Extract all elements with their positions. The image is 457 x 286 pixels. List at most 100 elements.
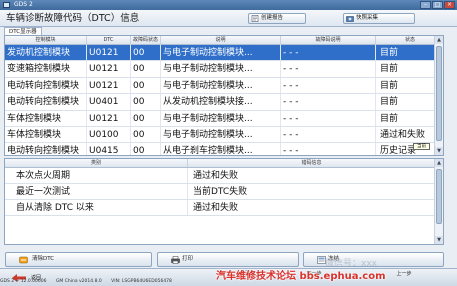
module-cell: 变速箱控制模块 [5, 61, 87, 77]
table-row[interactable]: 车体控制模块 U0100 00 与电子制动控制模块... - - - 通过和失败 [5, 126, 443, 144]
app-icon [3, 2, 10, 8]
detail-row: 最近一次测试 当前DTC失败 [5, 184, 443, 200]
status-bar: GDS 2 + 12.0.00606 GM China v2014.8.0 VI… [0, 278, 210, 286]
page-header: 车辆诊断故障代码（DTC）信息 创建报告 快照采集 [0, 10, 457, 27]
status-code-cell: 00 [131, 110, 161, 126]
info-cell: 通过和失败 [188, 200, 436, 215]
table-row[interactable]: 电动转向控制模块 U0415 00 从电子刹车控制模块... - - - 历史记… [5, 143, 443, 155]
table-row[interactable]: 发动机控制模块 U0121 00 与电子制动控制模块... - - - 目前 [5, 45, 443, 62]
symptom-cell: - - - [281, 61, 376, 77]
dtc-detail-table: 类别 错码信息 本次点火周期 通过和失败 最近一次测试 当前DTC失败 自从清除… [4, 158, 444, 245]
clear-dtc-label: 清除DTC [32, 256, 55, 262]
snapshot-button[interactable]: 快照采集 [343, 13, 415, 24]
module-cell: 电动转向控制模块 [5, 143, 87, 155]
status-code-cell: 00 [131, 94, 161, 110]
column-header[interactable]: 说明 [161, 36, 281, 45]
previous-label: 上一步 [396, 271, 412, 277]
symptom-cell: - - - [281, 45, 376, 61]
status-code-cell: 00 [131, 143, 161, 155]
table-row[interactable]: 电动转向控制模块 U0121 00 与电子制动控制模块... - - - 目前 [5, 77, 443, 95]
print-label: 打印 [182, 256, 194, 262]
status-code-cell: 00 [131, 61, 161, 77]
dtc-code-cell: U0121 [87, 45, 131, 61]
previous-button[interactable]: 上一步 [390, 270, 418, 279]
printer-icon [171, 256, 180, 264]
gm-version-text: GM China v2014.8.0 [55, 279, 102, 284]
dtc-table-body: 发动机控制模块 U0121 00 与电子制动控制模块... - - - 目前 变… [5, 45, 443, 155]
close-button[interactable]: × [444, 1, 455, 9]
symptom-cell: - - - [281, 110, 376, 126]
window-controls: – □ × [420, 1, 455, 9]
symptom-cell: - - - [281, 94, 376, 110]
detail-scrollbar[interactable]: ▲ ▼ [434, 159, 443, 244]
status-code-cell: 00 [131, 126, 161, 143]
column-header[interactable]: 故障码说明 [281, 36, 376, 45]
column-header: 错码信息 [188, 159, 436, 167]
description-cell: 从发动机控制模块接... [161, 94, 281, 110]
dtc-code-cell: U0100 [87, 126, 131, 143]
dtc-scrollbar[interactable]: ▲ ▼ [434, 36, 443, 155]
create-report-button[interactable]: 创建报告 [248, 13, 306, 24]
watermark: 汽车维修技术论坛 bbs.ephua.com [216, 271, 386, 282]
column-header: 类别 [5, 159, 188, 167]
print-button[interactable]: 打印 [157, 252, 299, 267]
symptom-cell: - - - [281, 77, 376, 94]
status-code-cell: 00 [131, 77, 161, 94]
report-icon [251, 15, 259, 22]
category-cell: 自从清除 DTC 以来 [5, 200, 188, 215]
table-row[interactable]: 电动转向控制模块 U0401 00 从发动机控制模块接... - - - 目前 [5, 94, 443, 111]
category-cell: 本次点火周期 [5, 168, 188, 183]
detail-row: 本次点火周期 通过和失败 [5, 168, 443, 184]
title-bar: GDS 2 – □ × [0, 0, 457, 10]
tooltip: 当前 [413, 143, 430, 150]
minimize-button[interactable]: – [420, 1, 431, 9]
description-cell: 与电子制动控制模块... [161, 45, 281, 61]
window-title: GDS 2 [14, 1, 33, 8]
page-title: 车辆诊断故障代码（DTC）信息 [6, 13, 140, 24]
description-cell: 与电子制动控制模块... [161, 61, 281, 77]
dtc-code-cell: U0121 [87, 77, 131, 94]
status-code-cell: 00 [131, 45, 161, 61]
dtc-code-cell: U0121 [87, 61, 131, 77]
scroll-up-icon[interactable]: ▲ [435, 159, 443, 167]
snapshot-label: 快照采集 [356, 15, 379, 21]
module-cell: 电动转向控制模块 [5, 77, 87, 94]
module-cell: 发动机控制模块 [5, 45, 87, 61]
module-cell: 电动转向控制模块 [5, 94, 87, 110]
clear-dtc-button[interactable]: 清除DTC [5, 252, 152, 267]
info-cell: 通过和失败 [188, 168, 436, 183]
detail-row: 自从清除 DTC 以来 通过和失败 [5, 200, 443, 216]
description-cell: 与电子制动控制模块... [161, 77, 281, 94]
scroll-thumb[interactable] [436, 46, 442, 141]
scroll-thumb[interactable] [436, 169, 442, 224]
category-cell: 最近一次测试 [5, 184, 188, 199]
version-text: GDS 2 + 12.0.00606 [0, 279, 47, 284]
symptom-cell: - - - [281, 126, 376, 143]
clear-icon [19, 256, 28, 264]
column-header[interactable]: DTC [87, 36, 131, 45]
gds2-window: GDS 2 – □ × 车辆诊断故障代码（DTC）信息 创建报告 快照采集 DT… [0, 0, 457, 286]
dtc-code-cell: U0121 [87, 110, 131, 126]
vin-text: VIN: LSGPB64U6ED056478 [111, 279, 172, 284]
description-cell: 与电子制动控制模块... [161, 126, 281, 143]
table-row[interactable]: 车体控制模块 U0121 00 与电子制动控制模块... - - - 目前 [5, 110, 443, 127]
table-row[interactable]: 变速箱控制模块 U0121 00 与电子制动控制模块... - - - 目前 [5, 61, 443, 78]
snapshot-icon [346, 16, 354, 22]
dtc-table-header: 控制模块 DTC 故障码状态 说明 故障码说明 状态 [5, 36, 443, 45]
scroll-down-icon[interactable]: ▼ [435, 147, 443, 155]
column-header[interactable]: 故障码状态 [131, 36, 161, 45]
scroll-up-icon[interactable]: ▲ [435, 36, 443, 44]
column-header[interactable]: 控制模块 [5, 36, 87, 45]
dtc-code-cell: U0415 [87, 143, 131, 155]
dtc-code-cell: U0401 [87, 94, 131, 110]
module-cell: 车体控制模块 [5, 126, 87, 143]
info-cell: 当前DTC失败 [188, 184, 436, 199]
detail-table-header: 类别 错码信息 [5, 159, 443, 168]
description-cell: 与电子制动控制模块... [161, 110, 281, 126]
symptom-cell: - - - [281, 143, 376, 155]
maximize-button[interactable]: □ [432, 1, 443, 9]
scroll-down-icon[interactable]: ▼ [435, 236, 443, 244]
dtc-table: 控制模块 DTC 故障码状态 说明 故障码说明 状态 发动机控制模块 U0121… [4, 35, 444, 156]
create-report-label: 创建报告 [261, 15, 284, 21]
module-cell: 车体控制模块 [5, 110, 87, 126]
